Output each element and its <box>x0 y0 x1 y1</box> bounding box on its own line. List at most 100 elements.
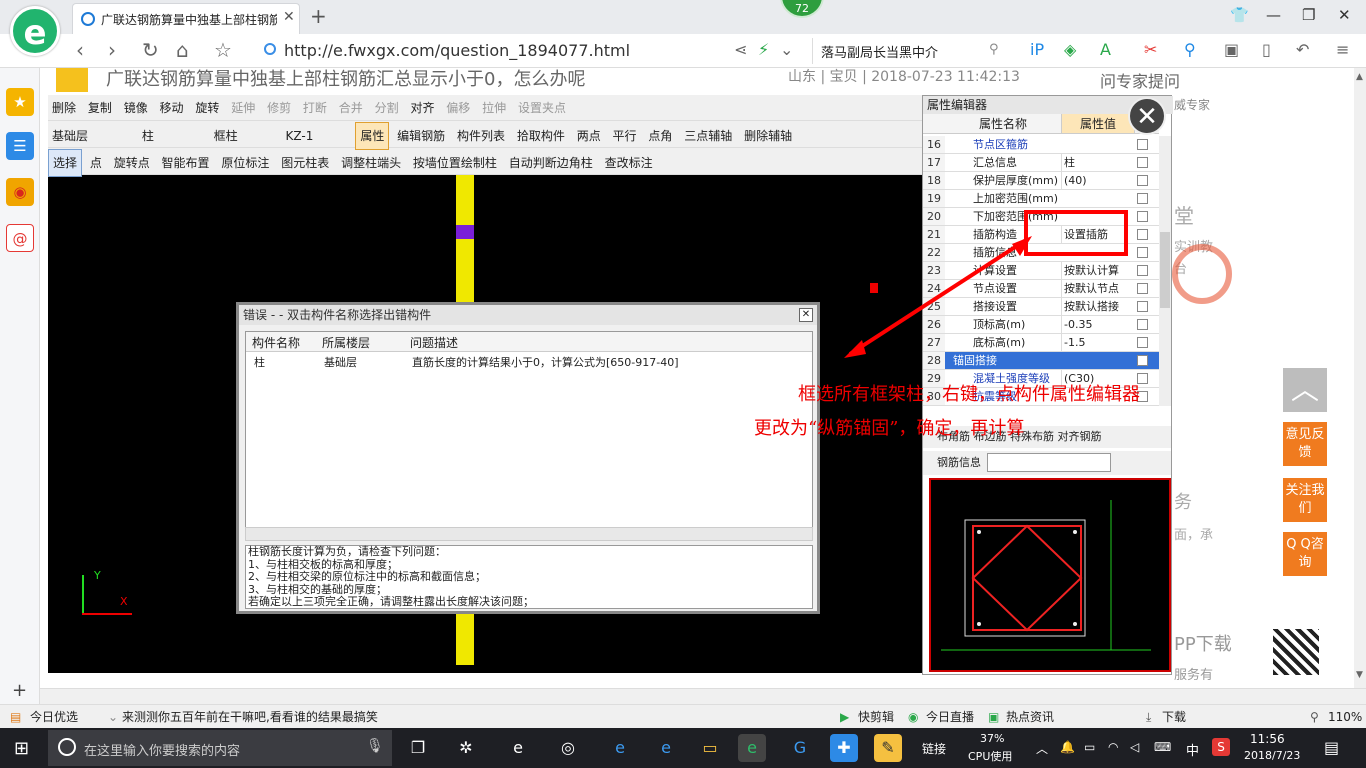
attach-checkbox[interactable] <box>1137 283 1148 294</box>
magnifier-icon[interactable]: ⚲ <box>1184 40 1196 59</box>
add-sidebar-icon[interactable]: + <box>12 680 27 701</box>
property-value[interactable]: -0.35 <box>1061 316 1135 333</box>
property-row[interactable]: 16 节点区箍筋 <box>923 136 1159 154</box>
lightning-icon[interactable]: ⚡ <box>758 40 769 59</box>
search-icon[interactable]: ⚲ <box>989 42 999 57</box>
live-link[interactable]: 今日直播 <box>926 705 974 729</box>
tray-chevron-icon[interactable]: ︿ <box>1036 740 1048 757</box>
auto-corner-column-button[interactable]: 自动判断边角柱 <box>505 150 597 176</box>
back-icon[interactable]: ‹ <box>76 38 84 62</box>
component-list-button[interactable]: 构件列表 <box>453 123 509 149</box>
undo-icon[interactable]: ↶ <box>1296 40 1309 59</box>
scissors-icon[interactable]: ✂ <box>1144 40 1157 59</box>
news-ticker[interactable]: 来测测你五百年前在干嘛吧,看看谁的结果最搞笑 <box>122 705 378 729</box>
favorites-icon[interactable]: ★ <box>6 88 34 116</box>
qq-consult-button[interactable]: Q Q咨询 <box>1283 532 1327 576</box>
draw-by-wall-button[interactable]: 按墙位置绘制柱 <box>409 150 501 176</box>
properties-button[interactable]: 属性 <box>355 122 390 150</box>
download-link[interactable]: 下载 <box>1162 705 1186 729</box>
property-value[interactable]: 柱 <box>1061 154 1135 171</box>
maximize-button[interactable]: ❐ <box>1302 6 1315 24</box>
volume-icon[interactable]: ◁ <box>1130 740 1139 754</box>
point-button[interactable]: 点 <box>86 150 106 176</box>
sogou-icon[interactable]: S <box>1212 738 1230 756</box>
pick-component-button[interactable]: 拾取构件 <box>513 123 569 149</box>
ie-taskbar-icon[interactable]: e <box>652 734 680 762</box>
browser-logo[interactable]: e <box>10 6 60 56</box>
property-row[interactable]: 19 上加密范围(mm) <box>923 190 1159 208</box>
error-grid-scrollbar[interactable] <box>245 527 813 541</box>
error-dialog-close-button[interactable]: ✕ <box>799 308 813 322</box>
attach-checkbox[interactable] <box>1137 229 1148 240</box>
clock-date[interactable]: 2018/7/23 <box>1244 749 1300 762</box>
minimize-button[interactable]: — <box>1266 6 1281 24</box>
adjust-column-end-button[interactable]: 调整柱端头 <box>337 150 405 176</box>
property-scrollbar[interactable] <box>1159 136 1171 406</box>
grip-button[interactable]: 设置夹点 <box>514 95 570 121</box>
share-icon[interactable]: ⋖ <box>734 40 747 59</box>
attach-checkbox[interactable] <box>1137 355 1148 366</box>
rebar-info-select[interactable] <box>987 453 1111 472</box>
page-scrollbar[interactable]: ▲ ▼ <box>1354 68 1366 688</box>
property-value[interactable]: (40) <box>1061 172 1135 189</box>
attach-checkbox[interactable] <box>1137 265 1148 276</box>
browser-tab[interactable]: 广联达钢筋算量中独基上部柱钢筋 ✕ <box>72 3 300 34</box>
battery-icon[interactable]: ▭ <box>1084 740 1095 754</box>
task-view-icon[interactable]: ❐ <box>404 734 432 762</box>
notes-app-icon[interactable]: ✎ <box>874 734 902 762</box>
search-input[interactable]: 落马副局长当黑中介 ⚲ <box>812 38 1012 64</box>
star-icon[interactable]: ☆ <box>214 38 232 62</box>
link-toolbar-label[interactable]: 链接 <box>922 740 946 757</box>
scroll-down-icon[interactable]: ▼ <box>1356 670 1363 680</box>
error-component[interactable]: 柱 <box>254 354 265 370</box>
attach-checkbox[interactable] <box>1137 139 1148 150</box>
refresh-icon[interactable]: ↻ <box>142 38 159 62</box>
browser-taskbar-icon[interactable]: e <box>738 734 766 762</box>
edge-legacy-icon[interactable]: e <box>504 734 532 762</box>
taskbar-search[interactable]: 在这里输入你要搜索的内容 🎙 <box>48 730 392 766</box>
rotate-point-button[interactable]: 旋转点 <box>110 150 154 176</box>
property-value[interactable]: 按默认计算 <box>1061 262 1135 279</box>
forward-icon[interactable]: › <box>108 38 116 62</box>
delete-button[interactable]: 删除 <box>48 95 80 121</box>
attach-checkbox[interactable] <box>1137 175 1148 186</box>
parallel-button[interactable]: 平行 <box>609 123 641 149</box>
align-button[interactable]: 对齐 <box>406 95 438 121</box>
edit-rebar-button[interactable]: 编辑钢筋 <box>393 123 449 149</box>
move-button[interactable]: 移动 <box>156 95 188 121</box>
column-table-button[interactable]: 图元柱表 <box>277 150 333 176</box>
check-label-button[interactable]: 查改标注 <box>601 150 657 176</box>
weibo-icon[interactable]: ◉ <box>6 178 34 206</box>
zoom-level[interactable]: 110% <box>1328 705 1362 729</box>
stretch-button[interactable]: 拉伸 <box>478 95 510 121</box>
attach-checkbox[interactable] <box>1137 337 1148 348</box>
split-button[interactable]: 分割 <box>371 95 403 121</box>
mirror-button[interactable]: 镜像 <box>120 95 152 121</box>
close-overlay-button[interactable]: ✕ <box>1128 97 1166 135</box>
microphone-icon[interactable]: 🎙 <box>366 738 384 754</box>
property-value[interactable]: 按默认搭接 <box>1061 298 1135 315</box>
subtype-select[interactable]: 框柱 <box>210 123 278 149</box>
translate-icon[interactable]: A <box>1100 40 1111 59</box>
menu-icon[interactable]: ≡ <box>1336 40 1349 59</box>
phone-icon[interactable]: ▯ <box>1262 40 1271 59</box>
follow-us-button[interactable]: 关注我们 <box>1283 478 1327 522</box>
ime-indicator[interactable]: 中 <box>1186 740 1199 759</box>
action-center-icon[interactable]: ▤ <box>1324 738 1339 757</box>
keyboard-icon[interactable]: ⌨ <box>1154 740 1171 754</box>
merge-button[interactable]: 合并 <box>335 95 367 121</box>
two-points-button[interactable]: 两点 <box>573 123 605 149</box>
property-value[interactable]: -1.5 <box>1061 334 1135 351</box>
point-angle-button[interactable]: 点角 <box>644 123 676 149</box>
notification-badge[interactable]: 72 <box>780 0 824 18</box>
property-row[interactable]: 17 汇总信息 柱 <box>923 154 1159 172</box>
glodon-icon[interactable]: G <box>786 734 814 762</box>
scroll-thumb[interactable] <box>1160 232 1170 308</box>
clock-time[interactable]: 11:56 <box>1250 732 1285 746</box>
property-row[interactable]: 18 保护层厚度(mm) (40) <box>923 172 1159 190</box>
feedback-button[interactable]: 意见反馈 <box>1283 422 1327 466</box>
attach-checkbox[interactable] <box>1137 211 1148 222</box>
scroll-up-icon[interactable]: ▲ <box>1356 72 1363 82</box>
three-point-axis-button[interactable]: 三点辅轴 <box>680 123 736 149</box>
quick-clip-link[interactable]: 快剪辑 <box>858 705 894 729</box>
